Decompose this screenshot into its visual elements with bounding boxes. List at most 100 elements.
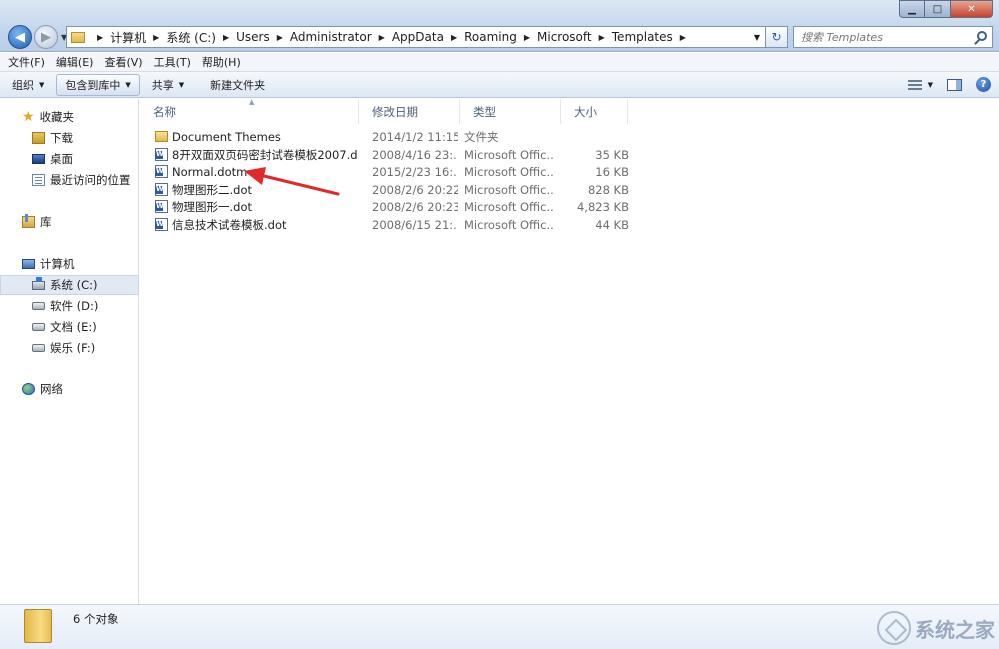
breadcrumb-appdata[interactable]: AppData ▶ [392, 30, 464, 44]
chevron-right-icon[interactable]: ▶ [277, 33, 283, 42]
word-doc-icon [155, 218, 168, 231]
menu-tools[interactable]: 工具(T) [154, 54, 191, 70]
nav-label: 文档 (E:) [50, 320, 97, 334]
menu-file[interactable]: 文件(F) [8, 54, 45, 70]
word-doc-icon [155, 200, 168, 213]
file-row[interactable]: 信息技术试卷模板.dot 2008/6/15 21:... Microsoft … [140, 216, 640, 233]
file-row[interactable]: 物理图形二.dot 2008/2/6 20:22 Microsoft Offic… [140, 181, 640, 198]
search-input[interactable] [794, 30, 964, 44]
file-row[interactable]: 8开双面双页码密封试卷模板2007.do... 2008/4/16 23:...… [140, 146, 640, 163]
menu-view[interactable]: 查看(V) [104, 54, 142, 70]
refresh-button[interactable]: ↻ [766, 26, 788, 48]
annotation-arrow-head [244, 167, 266, 185]
share-button[interactable]: 共享 ▼ [144, 74, 192, 96]
include-in-library-button[interactable]: 包含到库中 ▼ [56, 73, 140, 96]
word-doc-icon [155, 183, 168, 196]
chevron-right-icon[interactable]: ▶ [97, 33, 103, 42]
nav-drive-f[interactable]: 娱乐 (F:) [0, 338, 139, 358]
chevron-right-icon[interactable]: ▶ [680, 33, 686, 42]
nav-label: 娱乐 (F:) [50, 341, 96, 355]
file-date: 2008/4/16 23:... [372, 147, 458, 162]
navigation-pane: ★ 收藏夹 下载 桌面 最近访问的位置 库 计算机 系统 (C:) 软件 (D:)… [0, 99, 139, 604]
file-type: Microsoft Offic... [464, 182, 553, 197]
chevron-right-icon[interactable]: ▶ [524, 33, 530, 42]
word-doc-icon [155, 165, 168, 178]
menu-bar: 文件(F) 编辑(E) 查看(V) 工具(T) 帮助(H) [0, 53, 999, 72]
forward-button[interactable]: ▶ [34, 25, 58, 49]
breadcrumb-roaming[interactable]: Roaming ▶ [464, 30, 537, 44]
nav-label: 系统 (C:) [50, 278, 98, 292]
nav-desktop[interactable]: 桌面 [0, 149, 139, 169]
new-folder-button[interactable]: 新建文件夹 [202, 74, 273, 96]
nav-label: 下载 [50, 131, 73, 145]
address-dropdown-icon[interactable]: ▼ [749, 33, 765, 42]
chevron-right-icon[interactable]: ▶ [223, 33, 229, 42]
nav-label: 软件 (D:) [50, 299, 99, 313]
nav-libraries[interactable]: 库 [0, 212, 139, 232]
sort-ascending-icon: ▲ [249, 98, 255, 106]
file-type: Microsoft Offic... [464, 147, 553, 162]
column-name[interactable]: ▲ 名称 [140, 98, 359, 124]
column-date-modified[interactable]: 修改日期 [359, 99, 460, 124]
breadcrumb-computer[interactable]: 计算机 ▶ [110, 29, 166, 46]
back-button[interactable]: ◀ [8, 25, 32, 49]
nav-drive-e[interactable]: 文档 (E:) [0, 317, 139, 337]
nav-label: 收藏夹 [39, 110, 75, 124]
help-icon[interactable]: ? [976, 77, 991, 92]
annotation-arrow [244, 167, 340, 196]
column-headers: ▲ 名称 修改日期 类型 大小 [140, 98, 999, 124]
column-size[interactable]: 大小 [561, 99, 628, 124]
column-type[interactable]: 类型 [460, 99, 561, 124]
file-size: 16 KB [595, 164, 629, 179]
drive-icon [32, 323, 45, 331]
minimize-button[interactable]: ▁ [899, 0, 925, 18]
nav-recent-places[interactable]: 最近访问的位置 [0, 170, 139, 190]
file-size: 44 KB [595, 217, 629, 232]
menu-edit[interactable]: 编辑(E) [56, 54, 94, 70]
desktop-icon [32, 154, 45, 164]
nav-label: 库 [40, 215, 52, 229]
arrow-left-icon: ◀ [15, 29, 25, 45]
file-row[interactable]: Normal.dotm 2015/2/23 16:... Microsoft O… [140, 163, 640, 180]
refresh-icon: ↻ [771, 30, 782, 44]
recent-places-icon [32, 174, 45, 186]
nav-downloads[interactable]: 下载 [0, 128, 139, 148]
nav-network[interactable]: 网络 [0, 379, 139, 399]
navigation-buttons: ◀ ▶ ▼ [8, 25, 67, 49]
folder-icon [71, 31, 85, 43]
nav-favorites[interactable]: ★ 收藏夹 [0, 107, 139, 127]
file-row[interactable]: Document Themes 2014/1/2 11:15 文件夹 [140, 128, 640, 145]
search-box[interactable] [793, 26, 993, 48]
drive-icon [32, 344, 45, 352]
breadcrumb-administrator[interactable]: Administrator ▶ [290, 30, 392, 44]
nav-computer[interactable]: 计算机 [0, 254, 139, 274]
nav-drive-c[interactable]: 系统 (C:) [0, 275, 139, 295]
file-size: 35 KB [595, 147, 629, 162]
maximize-button[interactable]: □ [925, 0, 951, 18]
breadcrumb-drive-c[interactable]: 系统 (C:) ▶ [166, 29, 236, 46]
organize-button[interactable]: 组织 ▼ [4, 74, 52, 96]
command-bar: 组织 ▼ 包含到库中 ▼ 共享 ▼ 新建文件夹 ▼ ? [0, 72, 999, 98]
chevron-right-icon[interactable]: ▶ [153, 33, 159, 42]
breadcrumb-templates[interactable]: Templates ▶ [612, 30, 693, 44]
file-name: 8开双面双页码密封试卷模板2007.do... [172, 147, 357, 162]
nav-drive-d[interactable]: 软件 (D:) [0, 296, 139, 316]
file-type: Microsoft Offic... [464, 217, 553, 232]
preview-pane-icon[interactable] [947, 78, 962, 91]
nav-label: 计算机 [40, 257, 75, 271]
chevron-right-icon[interactable]: ▶ [451, 33, 457, 42]
file-row[interactable]: 物理图形一.dot 2008/2/6 20:23 Microsoft Offic… [140, 198, 640, 215]
change-view-icon[interactable] [907, 79, 922, 90]
menu-help[interactable]: 帮助(H) [202, 54, 241, 70]
chevron-down-icon: ▼ [39, 80, 45, 89]
chevron-down-icon: ▼ [178, 80, 185, 89]
chevron-right-icon[interactable]: ▶ [599, 33, 605, 42]
breadcrumb-users[interactable]: Users ▶ [236, 30, 290, 44]
breadcrumb-microsoft[interactable]: Microsoft ▶ [537, 30, 612, 44]
chevron-right-icon[interactable]: ▶ [379, 33, 385, 42]
watermark: 系统之家 [877, 611, 995, 645]
view-options-dropdown[interactable]: ▼ [928, 81, 933, 89]
close-button[interactable]: ✕ [951, 0, 993, 18]
search-icon[interactable] [977, 31, 987, 41]
address-bar[interactable]: ▶ 计算机 ▶ 系统 (C:) ▶ Users ▶ Administrator ▶ Ap… [66, 26, 766, 48]
